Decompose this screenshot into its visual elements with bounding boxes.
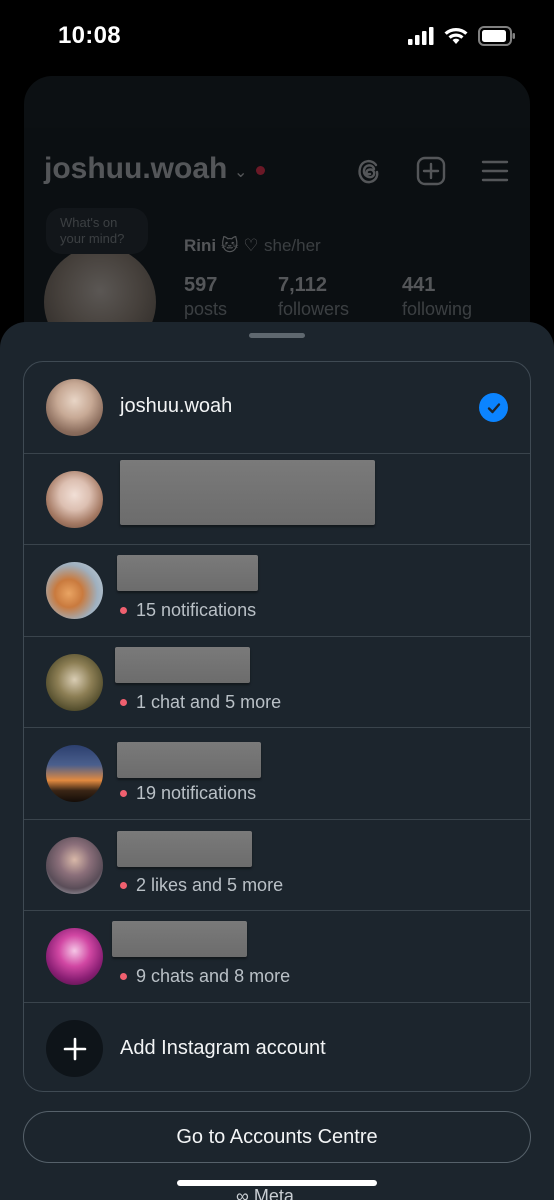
note-bubble[interactable]: What's on your mind? xyxy=(46,208,148,254)
notification-status: 15 notifications xyxy=(120,600,256,621)
battery-icon xyxy=(478,26,515,46)
wifi-icon xyxy=(444,28,468,44)
account-switcher-sheet: joshuu.woah 15 notifications 1 chat and … xyxy=(0,322,554,1200)
accounts-centre-button[interactable]: Go to Accounts Centre xyxy=(23,1111,531,1163)
account-row[interactable]: 2 likes and 5 more xyxy=(24,820,530,911)
unread-dot xyxy=(120,790,127,797)
stat-followers-value: 7,112 xyxy=(278,274,327,296)
status-time: 10:08 xyxy=(58,22,121,49)
account-row[interactable]: 15 notifications xyxy=(24,545,530,637)
notification-status: 19 notifications xyxy=(120,783,256,804)
unread-dot xyxy=(120,881,127,889)
profile-pronouns: she/her xyxy=(264,236,321,255)
checkmark-icon xyxy=(479,393,508,422)
cat-emoji-icon: 🐱 xyxy=(220,236,239,255)
account-row[interactable]: 19 notifications xyxy=(24,728,530,820)
notification-text: 9 chats and 8 more xyxy=(136,966,291,986)
heart-icon: ♡ xyxy=(243,236,259,255)
avatar xyxy=(46,745,103,802)
notification-dot xyxy=(256,166,265,175)
stat-posts[interactable]: 597 posts xyxy=(184,274,227,320)
home-indicator[interactable] xyxy=(177,1180,377,1186)
add-account-row[interactable]: Add Instagram account xyxy=(24,1002,530,1091)
accounts-list: joshuu.woah 15 notifications 1 chat and … xyxy=(23,361,531,1092)
notification-text: 15 notifications xyxy=(136,600,257,620)
stat-followers-label: followers xyxy=(278,299,350,319)
account-row[interactable]: joshuu.woah xyxy=(24,362,530,454)
redacted-username xyxy=(117,742,261,778)
status-icons xyxy=(408,26,516,46)
redacted-username xyxy=(117,830,252,867)
stat-followers[interactable]: 7,112 followers xyxy=(278,274,349,320)
notification-text: 1 chat and 5 more xyxy=(136,691,282,712)
unread-dot xyxy=(120,973,127,980)
profile-display-name: Rini 🐱 ♡ xyxy=(184,236,259,256)
menu-icon[interactable] xyxy=(480,156,510,186)
redacted-username xyxy=(117,555,258,591)
signal-icon xyxy=(408,27,434,45)
meta-label: ∞ Meta xyxy=(236,1186,294,1200)
notification-status: 1 chat and 5 more xyxy=(120,692,281,713)
notification-status: 2 likes and 5 more xyxy=(120,875,283,896)
create-post-icon[interactable] xyxy=(416,156,446,186)
plus-icon xyxy=(46,1020,103,1077)
avatar xyxy=(46,379,103,436)
account-username: joshuu.woah xyxy=(120,395,233,417)
stat-posts-value: 597 xyxy=(184,274,218,296)
notification-text: 19 notifications xyxy=(136,783,257,803)
profile-username[interactable]: joshuu.woah xyxy=(44,152,227,186)
display-name-text: Rini xyxy=(184,236,217,255)
redacted-username xyxy=(112,921,247,957)
add-account-label: Add Instagram account xyxy=(120,1037,326,1059)
redacted-username xyxy=(120,459,375,525)
avatar xyxy=(46,562,103,619)
account-row[interactable]: 9 chats and 8 more xyxy=(24,911,530,1003)
sheet-grabber[interactable] xyxy=(249,333,305,338)
account-row[interactable] xyxy=(24,454,530,545)
stat-following-value: 441 xyxy=(402,274,436,296)
unread-dot xyxy=(120,698,127,706)
notification-status: 9 chats and 8 more xyxy=(120,966,290,987)
stat-following-label: following xyxy=(402,299,473,319)
stat-following[interactable]: 441 following xyxy=(402,274,472,320)
avatar xyxy=(46,653,103,711)
unread-dot xyxy=(120,607,127,614)
account-row[interactable]: 1 chat and 5 more xyxy=(24,637,530,728)
redacted-username xyxy=(115,646,250,683)
meta-text: Meta xyxy=(253,1186,294,1200)
avatar xyxy=(46,470,103,528)
chevron-down-icon: ⌄ xyxy=(234,164,248,181)
status-bar: 10:08 xyxy=(0,0,554,70)
avatar xyxy=(46,836,103,894)
notification-text: 2 likes and 5 more xyxy=(136,874,284,895)
meta-icon: ∞ xyxy=(236,1186,249,1200)
stat-posts-label: posts xyxy=(184,299,228,319)
avatar xyxy=(46,928,103,985)
threads-icon[interactable] xyxy=(354,156,384,186)
